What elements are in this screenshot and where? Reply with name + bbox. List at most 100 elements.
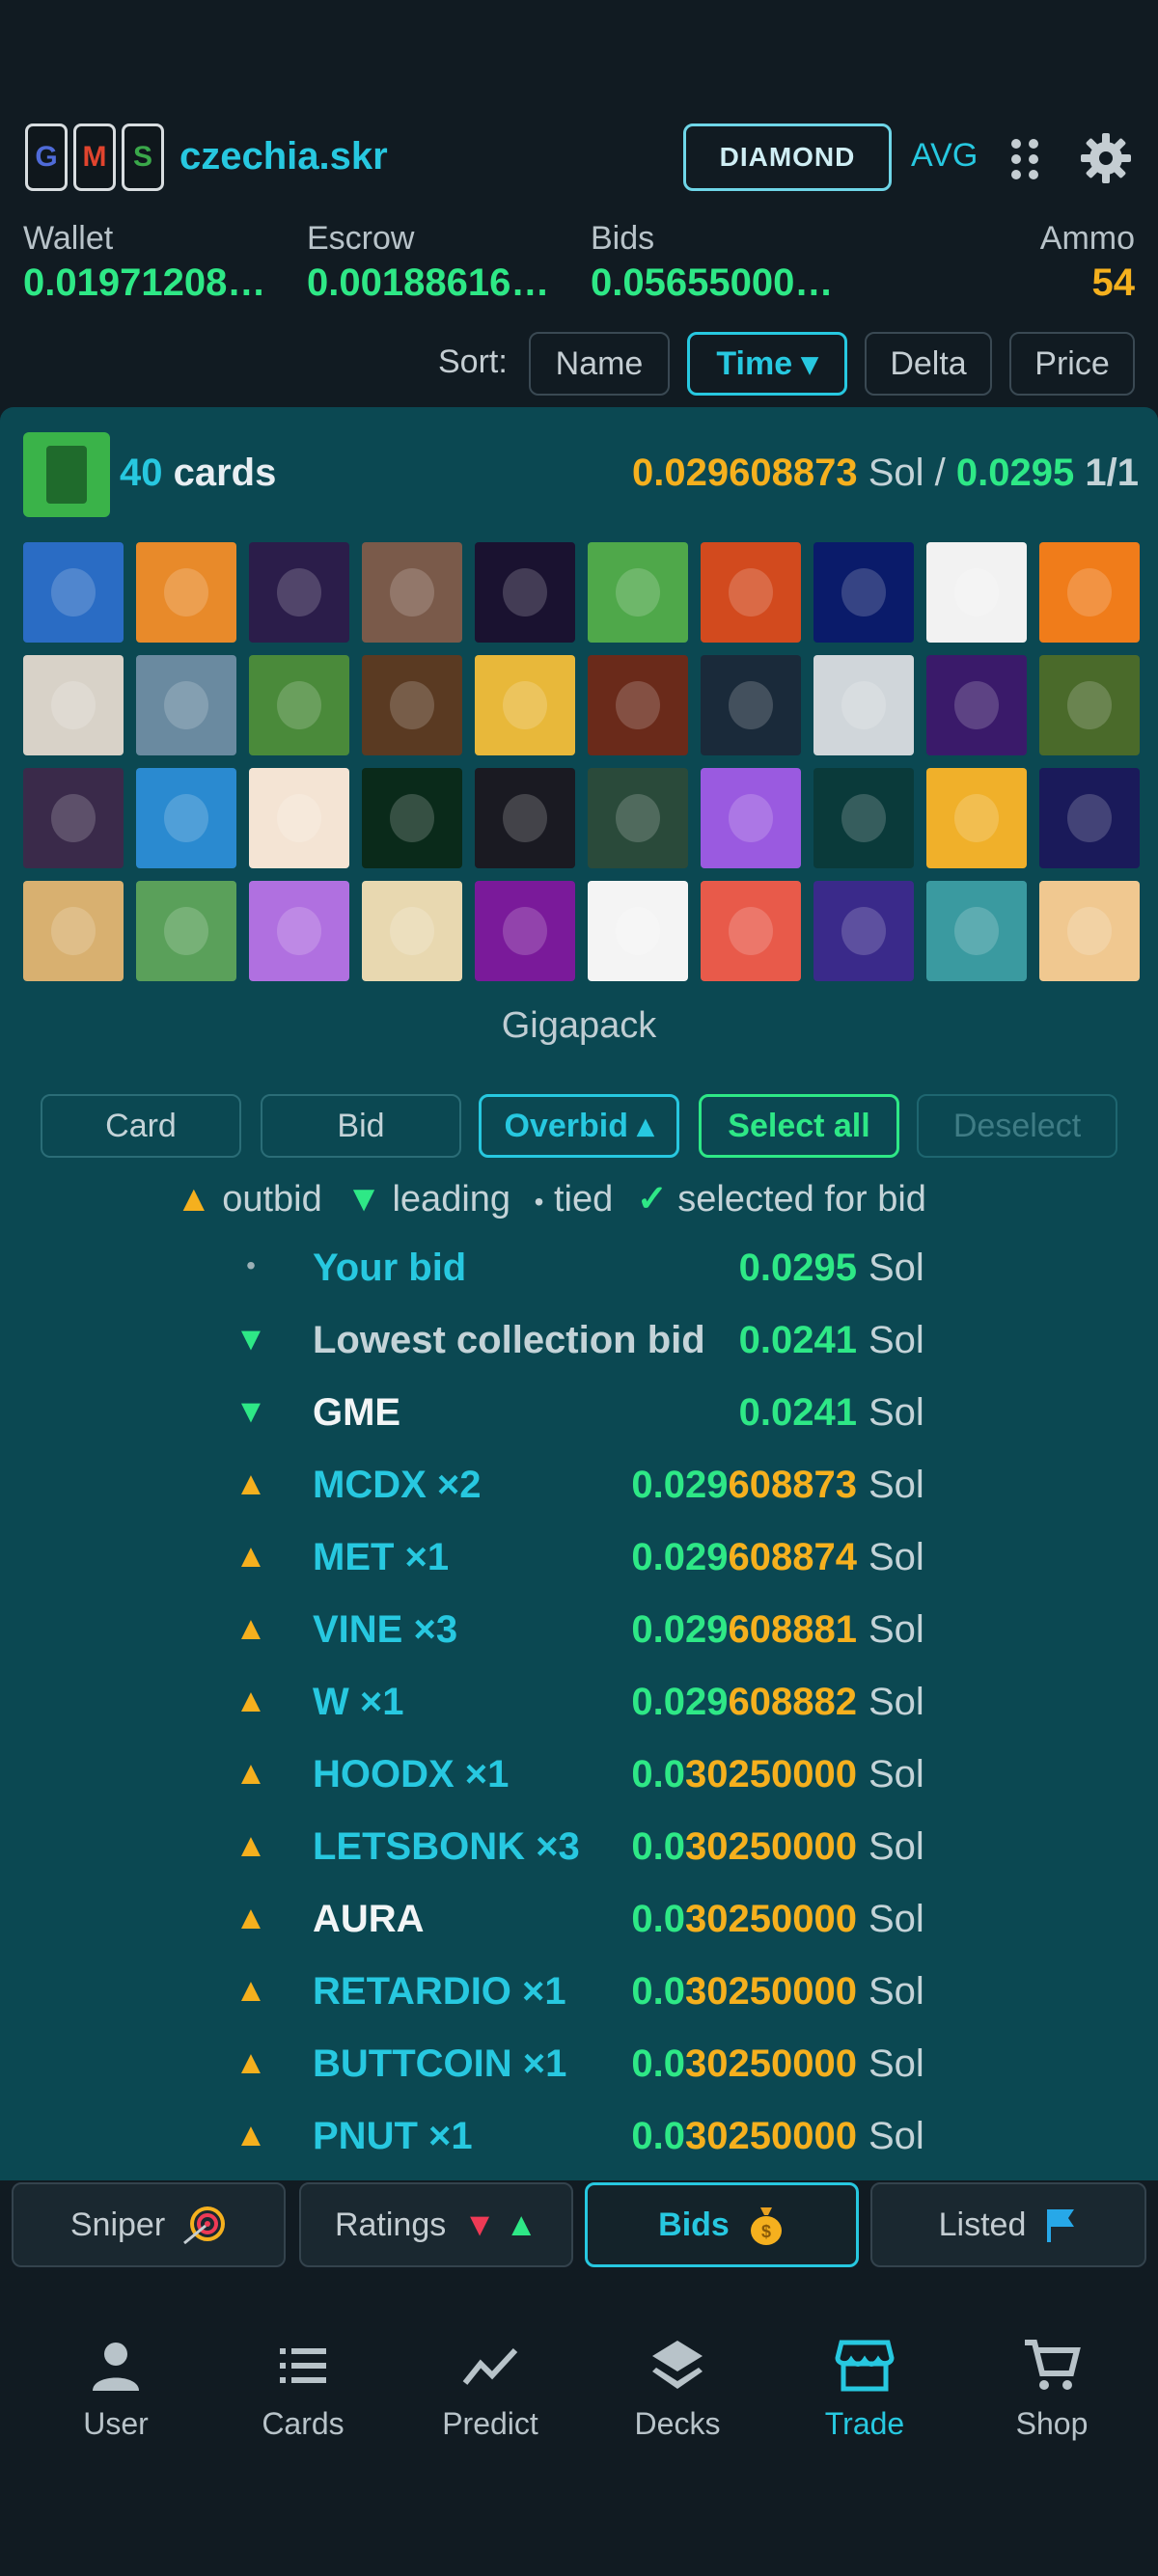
card-thumbnail[interactable] [813,655,914,755]
card-thumbnail[interactable] [1039,881,1140,981]
avg-link[interactable]: AVG [911,137,978,175]
bid-row[interactable]: ▼ Lowest collection bid 0.0241 Sol [0,1307,1158,1380]
bid-row[interactable]: ▼ GME 0.0241 Sol [0,1380,1158,1452]
gear-icon[interactable] [1079,131,1133,185]
card-thumbnail[interactable] [475,542,575,643]
card-thumbnail[interactable] [23,655,124,755]
bid-row[interactable]: • Your bid 0.0295 Sol [0,1235,1158,1307]
card-thumbnail[interactable] [23,881,124,981]
card-thumbnail[interactable] [588,542,688,643]
card-thumbnail[interactable] [23,768,124,868]
card-thumbnail[interactable] [475,768,575,868]
card-thumbnail[interactable] [926,881,1027,981]
ammo-label: Ammo [1039,220,1135,257]
outbid-marker-icon: ▲ [234,1466,267,1502]
card-tool-button[interactable]: Card [41,1094,241,1158]
card-thumbnail[interactable] [362,542,462,643]
bid-row[interactable]: ▲ AURA 0.030250000 Sol [0,1886,1158,1959]
nav-shop[interactable]: Shop [975,2335,1129,2442]
bid-tool-button[interactable]: Bid [261,1094,461,1158]
card-thumbnail[interactable] [249,655,349,755]
card-thumbnail[interactable] [1039,655,1140,755]
bid-unit: Sol [868,1247,924,1289]
card-thumbnail[interactable] [813,881,914,981]
card-thumbnail[interactable] [926,542,1027,643]
bid-amount-suffix: 30250000 [685,2115,857,2157]
tier-button[interactable]: DIAMOND [683,123,892,191]
card-thumbnail[interactable] [475,655,575,755]
card-thumbnail[interactable] [813,768,914,868]
bid-row[interactable]: ▲ BUTTCOIN ×1 0.030250000 Sol [0,2031,1158,2103]
nav-trade[interactable]: Trade [787,2335,942,2442]
gms-badge[interactable]: G M S [25,123,164,191]
nav-predict[interactable]: Predict [413,2335,567,2442]
bid-amount-suffix: 608873 [728,1464,857,1506]
nav-user[interactable]: User [39,2335,193,2442]
ammo-balance: Ammo 54 [1040,220,1135,305]
select-all-button[interactable]: Select all [699,1094,899,1158]
nav-decks[interactable]: Decks [600,2335,755,2442]
sort-time-button[interactable]: Time ▾ [687,332,847,396]
card-thumbnail[interactable] [136,881,236,981]
tab-listed[interactable]: Listed [870,2182,1146,2267]
overbid-tool-button[interactable]: Overbid ▴ [479,1094,679,1158]
card-thumbnail[interactable] [23,542,124,643]
bid-amount: 0.030250000 [631,2115,857,2158]
card-thumbnail[interactable] [362,655,462,755]
nav-cards[interactable]: Cards [226,2335,380,2442]
tab-bids[interactable]: Bids $ [585,2182,859,2267]
card-thumbnail[interactable] [701,768,801,868]
card-thumbnail[interactable] [588,881,688,981]
bid-unit: Sol [868,1970,924,2013]
card-thumbnail[interactable] [701,542,801,643]
bid-row[interactable]: ▲ HOODX ×1 0.030250000 Sol [0,1741,1158,1814]
bid-row[interactable]: ▲ RETARDIO ×1 0.030250000 Sol [0,1959,1158,2031]
nav-cards-label: Cards [262,2406,345,2441]
username[interactable]: czechia.skr [179,135,388,178]
card-thumbnail[interactable] [588,768,688,868]
card-thumbnail[interactable] [1039,542,1140,643]
card-thumbnail[interactable] [249,542,349,643]
bid-row[interactable]: ▲ VINE ×3 0.029608881 Sol [0,1597,1158,1669]
bid-unit: Sol [868,1319,924,1361]
card-thumbnail[interactable] [926,768,1027,868]
sort-price-button[interactable]: Price [1009,332,1135,396]
card-thumbnail[interactable] [701,655,801,755]
card-thumbnail[interactable] [475,881,575,981]
sort-name-button[interactable]: Name [529,332,670,396]
bid-amount-suffix: 30250000 [685,1898,857,1940]
trend-line-icon [462,2347,518,2385]
bid-amount: 0.030250000 [631,1825,857,1869]
legend-outbid: outbid [222,1179,322,1219]
card-thumbnail[interactable] [136,655,236,755]
bid-row[interactable]: ▲ MET ×1 0.029608874 Sol [0,1524,1158,1597]
apps-grid-icon[interactable] [1007,135,1042,183]
card-thumbnail[interactable] [249,768,349,868]
bid-row[interactable]: ▲ LETSBONK ×3 0.030250000 Sol [0,1814,1158,1886]
bid-amount: 0.0295 [739,1247,857,1290]
tab-ratings[interactable]: Ratings ▼ ▲ [299,2182,573,2267]
card-thumbnail[interactable] [249,881,349,981]
outbid-marker-icon: ▲ [176,1179,212,1219]
card-thumbnail[interactable] [701,881,801,981]
sort-delta-button[interactable]: Delta [865,332,992,396]
bid-amount-prefix: 0.0 [631,1825,686,1868]
card-thumbnail[interactable] [926,655,1027,755]
bid-name: GME [313,1391,401,1434]
bid-row[interactable]: ▲ W ×1 0.029608882 Sol [0,1669,1158,1741]
card-thumbnail[interactable] [362,881,462,981]
bid-amount: 0.0241 [739,1319,857,1362]
leading-marker-icon: ▼ [345,1179,382,1219]
bid-row[interactable]: ▲ MCDX ×2 0.029608873 Sol [0,1452,1158,1524]
card-thumbnail[interactable] [588,655,688,755]
card-thumbnail[interactable] [813,542,914,643]
bid-name: W ×1 [313,1681,404,1723]
bid-row[interactable]: ▲ PNUT ×1 0.030250000 Sol [0,2103,1158,2176]
bid-unit: Sol [868,1536,924,1578]
card-thumbnail[interactable] [136,542,236,643]
card-thumbnail[interactable] [362,768,462,868]
card-thumbnail[interactable] [1039,768,1140,868]
deselect-button[interactable]: Deselect [917,1094,1117,1158]
tab-sniper[interactable]: Sniper [12,2182,286,2267]
card-thumbnail[interactable] [136,768,236,868]
